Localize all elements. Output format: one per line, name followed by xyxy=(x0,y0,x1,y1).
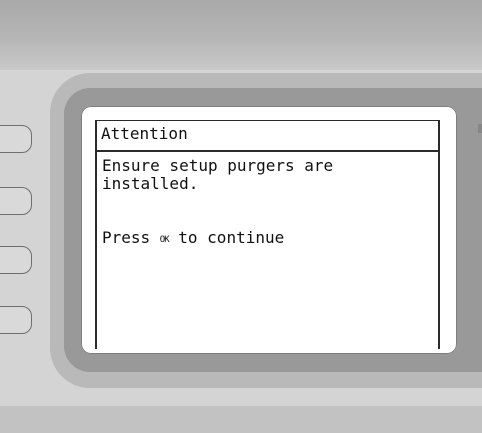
panel-side-notch xyxy=(478,124,482,133)
control-panel: Attention Ensure setup purgers are insta… xyxy=(0,0,482,433)
dialog-message: Ensure setup purgers are installed. xyxy=(102,156,334,193)
soft-key-2[interactable] xyxy=(0,187,32,215)
soft-key-4[interactable] xyxy=(0,306,32,334)
dialog-prompt: Press OK to continue xyxy=(102,229,284,249)
panel-top-shade xyxy=(0,0,482,70)
prompt-text-after: to continue xyxy=(168,228,285,247)
soft-key-3[interactable] xyxy=(0,246,32,274)
lcd-screen: Attention Ensure setup purgers are insta… xyxy=(95,120,440,349)
prompt-text-before: Press xyxy=(102,228,160,247)
ok-key-glyph: OK xyxy=(159,235,170,245)
dialog-title: Attention xyxy=(97,121,438,152)
soft-key-1[interactable] xyxy=(0,125,32,153)
panel-bottom-strip xyxy=(0,406,482,433)
